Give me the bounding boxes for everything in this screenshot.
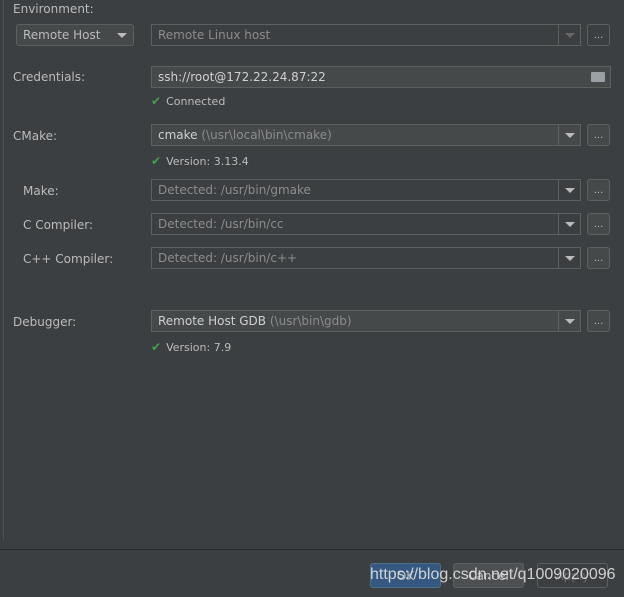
left-border xyxy=(3,0,4,540)
cpp-compiler-select[interactable]: Detected: /usr/bin/c++ xyxy=(151,247,581,269)
remote-host-select[interactable]: Remote Linux host xyxy=(151,24,581,46)
make-value: Detected: /usr/bin/gmake xyxy=(158,183,311,197)
check-icon: ✔ xyxy=(151,94,162,108)
footer-divider xyxy=(0,549,624,550)
check-icon: ✔ xyxy=(151,154,162,168)
debugger-more-button[interactable]: ... xyxy=(587,310,610,332)
cmake-label: CMake: xyxy=(13,129,58,143)
debugger-status: ✔ Version: 7.9 xyxy=(151,340,231,354)
chevron-down-icon xyxy=(558,25,580,45)
cpp-compiler-value: Detected: /usr/bin/c++ xyxy=(158,251,298,265)
cmake-select[interactable]: cmake (\usr\local\bin\cmake) xyxy=(151,124,581,146)
debugger-value: Remote Host GDB xyxy=(158,314,267,328)
chevron-down-icon xyxy=(558,214,580,234)
credentials-label: Credentials: xyxy=(13,70,86,84)
debugger-label: Debugger: xyxy=(13,315,77,329)
cpp-compiler-more-button[interactable]: ... xyxy=(587,247,610,269)
environment-label: Environment: xyxy=(13,2,94,16)
environment-type-value: Remote Host xyxy=(23,28,101,42)
make-label: Make: xyxy=(23,184,59,198)
cpp-compiler-label: C++ Compiler: xyxy=(23,252,114,266)
debugger-path: (\usr\bin\gdb) xyxy=(269,314,352,328)
status-text: Connected xyxy=(166,94,226,108)
cmake-path: (\usr\local\bin\cmake) xyxy=(201,128,332,142)
c-compiler-select[interactable]: Detected: /usr/bin/cc xyxy=(151,213,581,235)
debugger-select[interactable]: Remote Host GDB (\usr\bin\gdb) xyxy=(151,310,581,332)
credentials-value: ssh://root@172.22.24.87:22 xyxy=(158,70,326,84)
environment-type-select[interactable]: Remote Host xyxy=(16,24,134,46)
chevron-down-icon xyxy=(558,248,580,268)
make-select[interactable]: Detected: /usr/bin/gmake xyxy=(151,179,581,201)
status-text: Version: 3.13.4 xyxy=(166,154,249,168)
c-compiler-value: Detected: /usr/bin/cc xyxy=(158,217,284,231)
credentials-field[interactable]: ssh://root@172.22.24.87:22 xyxy=(151,66,611,88)
cmake-status: ✔ Version: 3.13.4 xyxy=(151,154,249,168)
remote-host-value: Remote Linux host xyxy=(158,28,271,42)
c-compiler-label: C Compiler: xyxy=(23,218,94,232)
c-compiler-more-button[interactable]: ... xyxy=(587,213,610,235)
chevron-down-icon xyxy=(558,311,580,331)
credentials-status: ✔ Connected xyxy=(151,94,225,108)
cmake-value: cmake xyxy=(158,128,198,142)
status-text: Version: 7.9 xyxy=(166,340,232,354)
make-more-button[interactable]: ... xyxy=(587,179,610,201)
environment-more-button[interactable]: ... xyxy=(587,24,610,46)
chevron-down-icon xyxy=(117,33,127,38)
cmake-more-button[interactable]: ... xyxy=(587,124,610,146)
chevron-down-icon xyxy=(558,180,580,200)
chevron-down-icon xyxy=(558,125,580,145)
check-icon: ✔ xyxy=(151,340,162,354)
folder-icon[interactable] xyxy=(591,72,605,82)
watermark: https://blog.csdn.net/q1009020096 xyxy=(370,566,616,583)
